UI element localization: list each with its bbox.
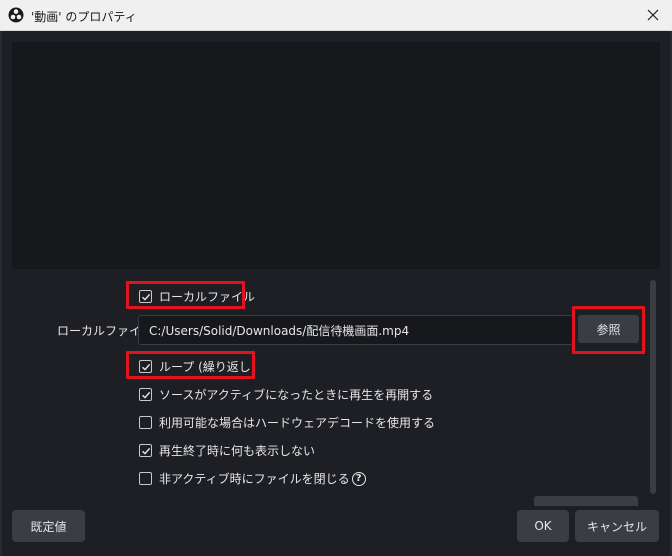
- properties-panel: [12, 269, 648, 500]
- checkmark-icon: [141, 447, 150, 455]
- hardware-decode-label: 利用可能な場合はハードウェアデコードを使用する: [159, 416, 436, 430]
- local-file-checkbox[interactable]: [139, 290, 152, 303]
- option-row-close-inactive[interactable]: 非アクティブ時にファイルを閉じる ?: [139, 470, 366, 487]
- checkmark-icon: [141, 391, 150, 399]
- window-frame-left: [0, 31, 2, 556]
- checkmark-icon: [141, 293, 150, 301]
- option-row-restart[interactable]: ソースがアクティブになったときに再生を再開する: [139, 386, 433, 403]
- properties-scrollbar[interactable]: [648, 276, 658, 500]
- help-icon[interactable]: ?: [351, 471, 366, 486]
- close-icon: [647, 9, 659, 21]
- local-file-path-input[interactable]: [138, 315, 573, 345]
- window-title: '動画' のプロパティ: [31, 10, 137, 24]
- restart-on-activate-checkbox[interactable]: [139, 388, 152, 401]
- cancel-button[interactable]: キャンセル: [575, 510, 659, 542]
- local-file-checkbox-row[interactable]: ローカルファイル: [139, 288, 255, 305]
- restart-on-activate-label: ソースがアクティブになったときに再生を再開する: [159, 388, 434, 402]
- browse-button[interactable]: 参照: [578, 315, 639, 343]
- close-when-inactive-checkbox[interactable]: [139, 472, 152, 485]
- close-when-inactive-label: 非アクティブ時にファイルを閉じる: [159, 472, 350, 486]
- ok-button[interactable]: OK: [517, 510, 569, 542]
- obs-logo-icon: [8, 7, 24, 23]
- scrollbar-thumb[interactable]: [650, 280, 656, 494]
- close-button[interactable]: [642, 4, 664, 26]
- loop-label: ループ (繰り返し): [159, 360, 256, 374]
- title-bar: '動画' のプロパティ: [0, 0, 672, 31]
- defaults-button[interactable]: 既定値: [12, 510, 85, 542]
- show-nothing-label: 再生終了時に何も表示しない: [159, 444, 316, 458]
- loop-checkbox[interactable]: [139, 360, 152, 373]
- next-field-peek: [534, 496, 638, 506]
- option-row-show-nothing[interactable]: 再生終了時に何も表示しない: [139, 442, 315, 459]
- show-nothing-checkbox[interactable]: [139, 444, 152, 457]
- local-file-checkbox-label: ローカルファイル: [159, 290, 256, 304]
- video-preview: [12, 42, 660, 269]
- option-row-hw-decode[interactable]: 利用可能な場合はハードウェアデコードを使用する: [139, 414, 435, 431]
- checkmark-icon: [141, 363, 150, 371]
- option-row-loop[interactable]: ループ (繰り返し): [139, 358, 255, 375]
- hardware-decode-checkbox[interactable]: [139, 416, 152, 429]
